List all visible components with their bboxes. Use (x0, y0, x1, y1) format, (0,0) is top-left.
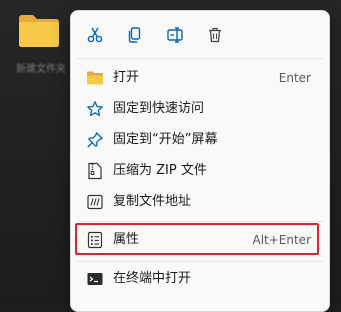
menu-toolbar (71, 11, 329, 57)
folder-icon (87, 71, 103, 85)
trash-icon (209, 27, 221, 43)
star-icon (87, 101, 103, 117)
cut-button[interactable] (81, 22, 109, 48)
toolbar-divider (77, 58, 323, 59)
cut-icon (87, 27, 103, 43)
rename-button[interactable] (161, 22, 189, 48)
menu-item-label: 在终端中打开 (113, 271, 192, 286)
menu-item-copy-path[interactable]: 复制文件地址 (77, 187, 323, 217)
menu-item-open[interactable]: 打开 Enter (77, 63, 323, 93)
menu-item-label: 固定到快速访问 (113, 101, 205, 116)
context-menu: 打开 Enter 固定到快速访问 固定到“开始”屏幕 压缩为 ZIP 文件 复制… (70, 10, 330, 312)
shortcut-text: Enter (278, 71, 311, 85)
terminal-icon (87, 273, 103, 285)
menu-item-pin-quick-access[interactable]: 固定到快速访问 (77, 94, 323, 124)
menu-item-label: 打开 (113, 70, 140, 85)
menu-item-compress-zip[interactable]: 压缩为 ZIP 文件 (77, 156, 323, 186)
rename-icon (167, 27, 183, 43)
menu-item-label: 压缩为 ZIP 文件 (113, 163, 207, 178)
copy-icon (128, 27, 141, 43)
highlight-box (75, 223, 319, 255)
copy-button[interactable] (121, 22, 149, 48)
menu-item-pin-start[interactable]: 固定到“开始”屏幕 (77, 125, 323, 155)
delete-button[interactable] (201, 22, 229, 48)
menu-item-label: 固定到“开始”屏幕 (113, 132, 218, 147)
menu-item-open-terminal[interactable]: 在终端中打开 (77, 264, 323, 294)
menu-divider (77, 221, 323, 222)
zip-icon (88, 162, 102, 180)
pin-icon (87, 132, 103, 148)
menu-divider (77, 261, 323, 262)
menu-item-label: 复制文件地址 (113, 194, 192, 209)
folder-label: 新建文件夹 (16, 64, 66, 75)
path-icon (87, 194, 103, 210)
folder-icon[interactable] (17, 12, 61, 48)
